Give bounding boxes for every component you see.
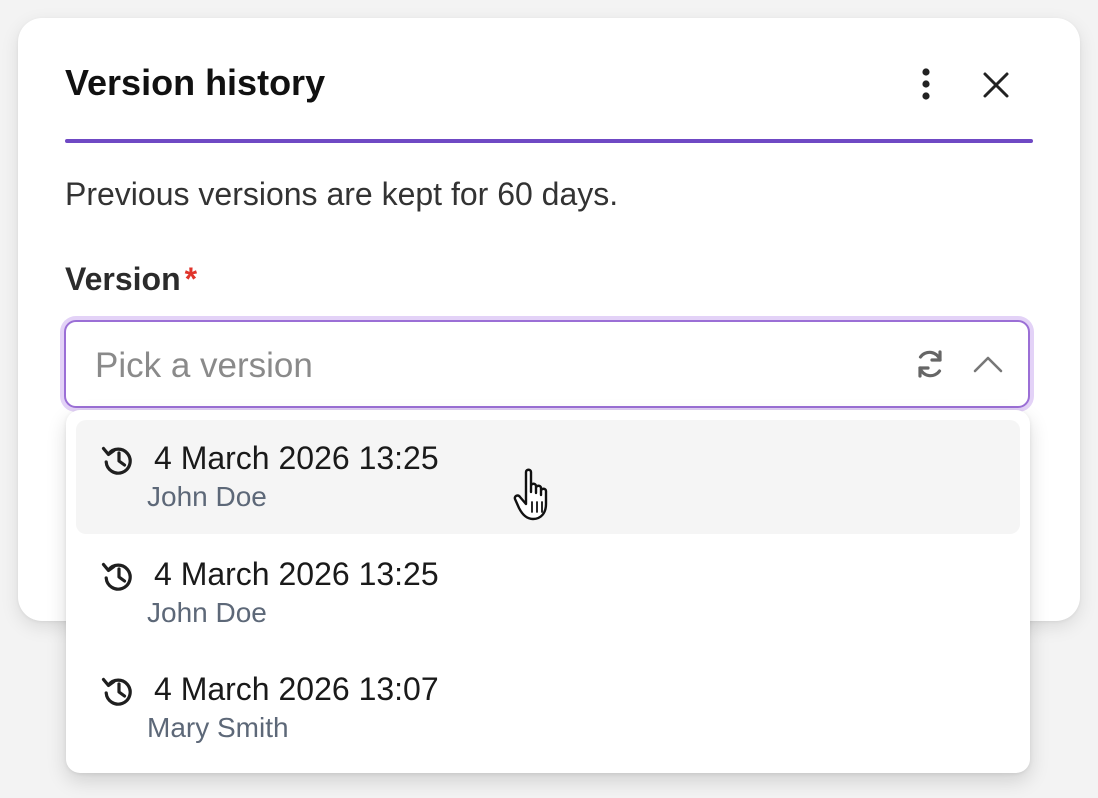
version-label-text: Version	[65, 261, 181, 297]
history-icon	[101, 446, 132, 475]
version-date: 4 March 2026 13:25	[154, 556, 439, 592]
refresh-icon	[918, 350, 942, 378]
chevron-up-icon	[973, 356, 1003, 373]
version-date: 4 March 2026 13:25	[154, 440, 439, 476]
history-icon	[101, 562, 132, 591]
more-options-button[interactable]	[906, 64, 946, 104]
close-button[interactable]	[976, 65, 1016, 105]
version-option[interactable]: 4 March 2026 13:25 John Doe	[76, 420, 1020, 534]
version-option[interactable]: 4 March 2026 13:25 John Doe	[76, 536, 1020, 650]
collapse-dropdown-button[interactable]	[968, 344, 1008, 384]
version-option[interactable]: 4 March 2026 13:07 Mary Smith	[76, 651, 1020, 765]
version-date: 4 March 2026 13:07	[154, 671, 439, 707]
version-dropdown-list: 4 March 2026 13:25 John Doe 4 March 2026…	[66, 410, 1030, 773]
version-author: John Doe	[147, 597, 267, 628]
dialog-title: Version history	[65, 62, 326, 103]
version-field-label: Version *	[65, 261, 197, 298]
retention-notice: Previous versions are kept for 60 days.	[65, 176, 619, 212]
required-asterisk: *	[184, 261, 198, 297]
version-select[interactable]: Pick a version	[64, 320, 1030, 408]
close-icon	[983, 72, 1009, 98]
header-divider	[65, 139, 1033, 143]
version-author: John Doe	[147, 481, 267, 512]
refresh-versions-button[interactable]	[910, 344, 950, 384]
version-select-placeholder: Pick a version	[95, 346, 313, 385]
history-icon	[101, 677, 132, 706]
version-author: Mary Smith	[147, 712, 289, 743]
more-vertical-icon	[922, 68, 930, 100]
